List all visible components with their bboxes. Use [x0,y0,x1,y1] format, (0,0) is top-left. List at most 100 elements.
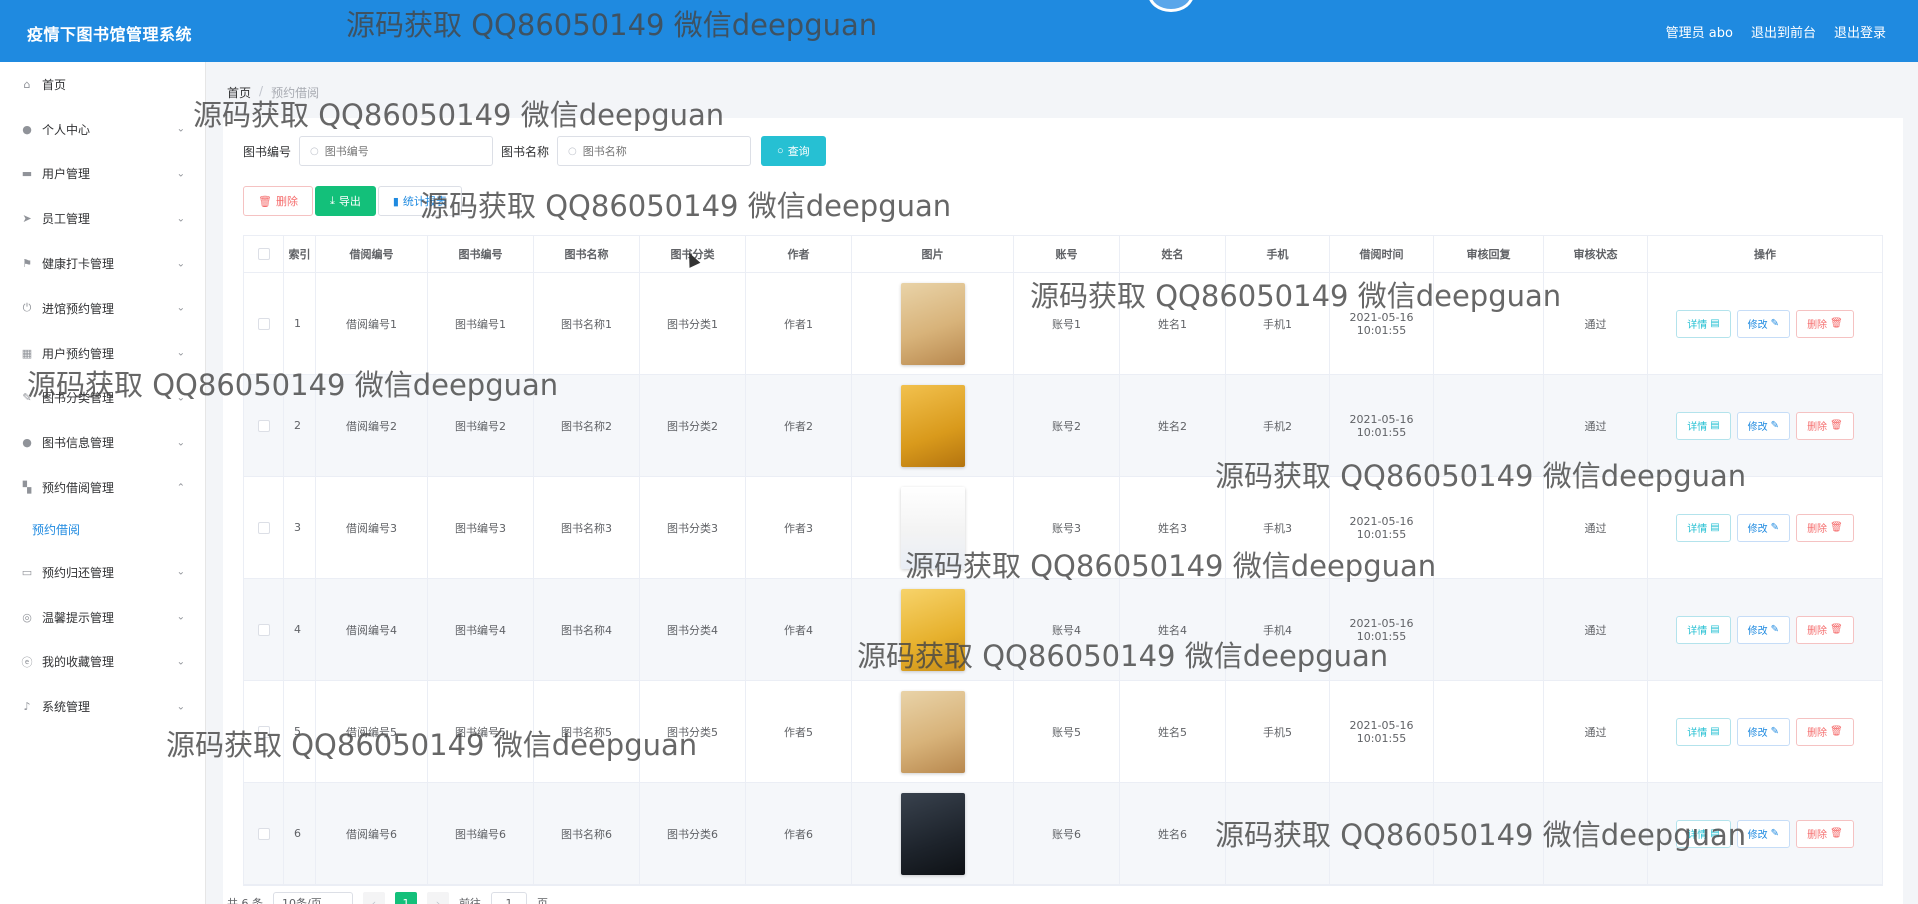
query-button[interactable]: ○ 查询 [761,136,826,166]
edit-button[interactable]: 修改 ✎ [1736,513,1791,542]
cell-borrow-no: 借阅编号4 [316,579,428,680]
next-page-button[interactable]: › [427,892,449,904]
submenu-item-borrow-reservation[interactable]: 预约借阅 [0,510,205,550]
cell-book-name: 图书名称3 [534,477,640,578]
sidebar-item-label: 预约归还管理 [42,565,115,580]
row-checkbox[interactable] [257,725,270,738]
cell-name: 姓名6 [1120,783,1226,884]
delete-button[interactable]: 删除 🗑 [1796,411,1854,440]
detail-button[interactable]: 详情 ▤ [1676,309,1731,338]
row-actions: 详情 ▤ 修改 ✎ 删除 🗑 [1676,309,1854,338]
detail-button[interactable]: 详情 ▤ [1676,513,1731,542]
delete-button[interactable]: 删除 🗑 [1796,309,1854,338]
detail-button[interactable]: 详情 ▤ [1676,615,1731,644]
sidebar-item-6[interactable]: ▦ 用户预约管理 ⌄ [0,331,205,376]
pencil-icon: ✎ [1770,726,1780,737]
select-all-checkbox[interactable] [257,248,270,260]
sidebar-item-9[interactable]: ▚ 预约借阅管理 ⌃ [0,465,205,510]
breadcrumb-home[interactable]: 首页 [227,84,251,101]
sidebar-item-3[interactable]: ➤ 员工管理 ⌄ [0,196,205,241]
chat-icon: ▭ [21,565,33,579]
power-icon: ⏻ [22,301,32,315]
table-row: 6 借阅编号6 图书编号6 图书名称6 图书分类6 作者6 账号6 姓名6 详情 ▤ 修改 ✎ 删除 🗑 [244,783,1882,885]
book-no-field[interactable]: ○ [299,136,494,166]
book-name-label: 图书名称 [501,144,550,159]
cell-phone: 手机2 [1226,375,1330,476]
sidebar-item-14[interactable]: ♪ 系统管理 ⌄ [0,684,205,729]
column-header: 索引 [284,236,316,272]
cell-actions: 详情 ▤ 修改 ✎ 删除 🗑 [1648,477,1882,578]
admin-user-link[interactable]: 管理员 abo [1666,22,1733,41]
sidebar-item-12[interactable]: ◎ 温馨提示管理 ⌄ [0,595,205,640]
row-checkbox[interactable] [257,827,270,840]
home-icon: ⌂ [23,77,31,91]
edit-button[interactable]: 修改 ✎ [1736,819,1791,848]
cell-category: 图书分类3 [640,477,746,578]
detail-label: 详情 [1687,320,1708,331]
sidebar-item-8[interactable]: ● 图书信息管理 ⌄ [0,420,205,465]
row-checkbox-cell [244,477,284,578]
cell-borrow-no: 借阅编号5 [316,681,428,782]
table-header-row: 索引 借阅编号 图书编号 图书名称 图书分类 作者 图片 账号 姓名 手机 借阅时间 审核回复 审核状态… [244,236,1882,273]
detail-button[interactable]: 详情 ▤ [1676,717,1731,746]
cell-category: 图书分类5 [640,681,746,782]
sidebar-item-7[interactable]: ✎ 图书分类管理 ⌄ [0,376,205,421]
detail-button[interactable]: 详情 ▤ [1676,411,1731,440]
top-nav: 管理员 abo 退出到前台 退出登录 [1666,22,1886,41]
detail-button[interactable]: 详情 ▤ [1676,819,1731,848]
logout-link[interactable]: 退出登录 [1834,22,1886,41]
doc-icon: ▤ [1710,522,1720,533]
row-checkbox[interactable] [257,623,270,636]
chevron-down-icon: ⌄ [176,302,185,314]
row-checkbox[interactable] [257,317,270,330]
avatar[interactable] [1148,0,1194,12]
row-actions: 详情 ▤ 修改 ✎ 删除 🗑 [1676,513,1854,542]
book-name-field[interactable]: ○ [557,136,752,166]
edit-button[interactable]: 修改 ✎ [1736,411,1791,440]
sidebar-item-0[interactable]: ⌂ 首页 [0,62,205,107]
back-to-frontend-link[interactable]: 退出到前台 [1751,22,1816,41]
sidebar-item-11[interactable]: ▭ 预约归还管理 ⌄ [0,550,205,595]
stats-report-button[interactable]: ▮ 统计报表 [377,186,462,216]
row-checkbox[interactable] [257,419,270,432]
cell-idx: 4 [284,579,316,680]
chevron-down-icon: ⌄ [176,656,185,668]
cell-book-name: 图书名称4 [534,579,640,680]
batch-delete-button[interactable]: 🗑 删除 [243,186,313,216]
cell-reply [1434,375,1544,476]
cell-book-no: 图书编号3 [428,477,534,578]
sidebar-item-1[interactable]: ● 个人中心 ⌄ [0,107,205,152]
book-name-input[interactable] [582,144,733,158]
page-size-select[interactable]: 10条/页 [273,892,353,904]
edit-label: 修改 [1747,830,1768,841]
chevron-down-icon: ⌄ [176,168,185,180]
column-header: 借阅时间 [1330,236,1434,272]
sidebar-item-2[interactable]: ▬ 用户管理 ⌄ [0,152,205,197]
book-no-input[interactable] [324,144,475,158]
sidebar-item-4[interactable]: ⚑ 健康打卡管理 ⌄ [0,241,205,286]
delete-button[interactable]: 删除 🗑 [1796,615,1854,644]
cell-book-no: 图书编号5 [428,681,534,782]
goto-label: 前往 [459,897,481,904]
cell-book-name: 图书名称5 [534,681,640,782]
sidebar-item-13[interactable]: ⓔ 我的收藏管理 ⌄ [0,640,205,685]
prev-page-button[interactable]: ‹ [363,892,385,904]
detail-label: 详情 [1687,830,1708,841]
cell-cover [852,273,1014,374]
breadcrumb-current: 预约借阅 [271,86,320,100]
user-icon: ● [22,436,32,450]
delete-button[interactable]: 删除 🗑 [1796,513,1854,542]
cell-account: 账号5 [1014,681,1120,782]
goto-page-input[interactable]: 1 [491,892,527,904]
edit-button[interactable]: 修改 ✎ [1736,615,1791,644]
cell-idx: 2 [284,375,316,476]
sidebar-item-5[interactable]: ⏻ 进馆预约管理 ⌄ [0,286,205,331]
edit-button[interactable]: 修改 ✎ [1736,309,1791,338]
edit-button[interactable]: 修改 ✎ [1736,717,1791,746]
page-number-button[interactable]: 1 [395,892,417,904]
export-button[interactable]: ⤓ 导出 [314,186,376,216]
row-checkbox[interactable] [257,521,270,534]
delete-button[interactable]: 删除 🗑 [1796,717,1854,746]
delete-button[interactable]: 删除 🗑 [1796,819,1854,848]
sidebar-item-label: 员工管理 [42,212,91,227]
